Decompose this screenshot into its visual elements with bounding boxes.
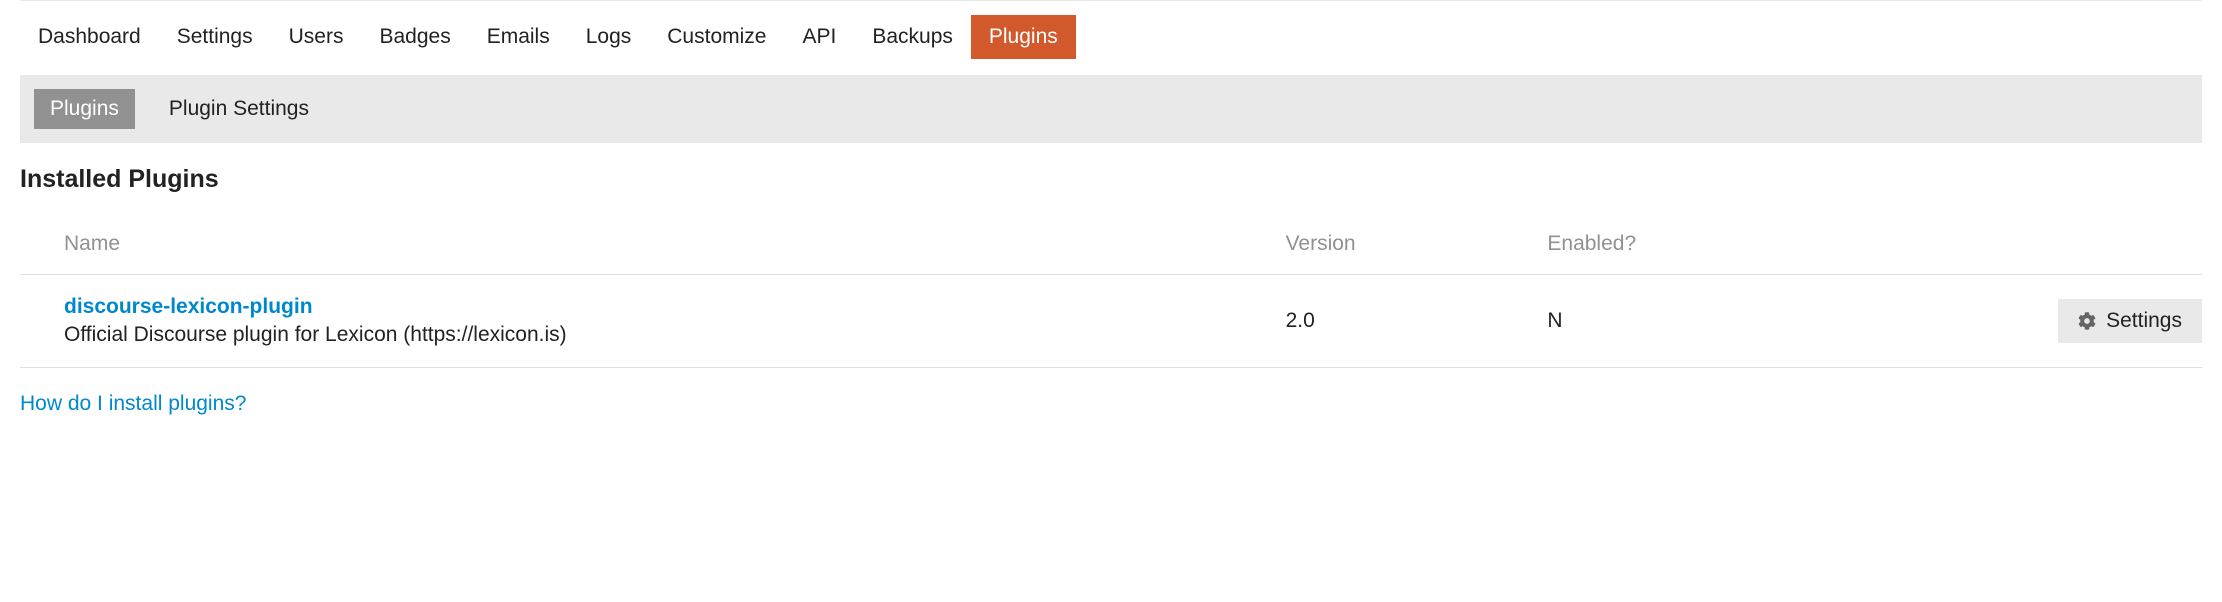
nav-backups[interactable]: Backups — [854, 15, 971, 59]
col-header-enabled: Enabled? — [1547, 222, 1874, 275]
plugin-name-link[interactable]: discourse-lexicon-plugin — [64, 295, 1286, 319]
nav-dashboard[interactable]: Dashboard — [20, 15, 159, 59]
plugins-subnav: Plugins Plugin Settings — [20, 75, 2202, 143]
subnav-plugin-settings[interactable]: Plugin Settings — [153, 89, 325, 129]
install-plugins-help-link[interactable]: How do I install plugins? — [20, 392, 246, 416]
col-header-version: Version — [1286, 222, 1548, 275]
settings-button-label: Settings — [2106, 309, 2182, 333]
plugin-enabled: N — [1547, 275, 1874, 368]
nav-settings[interactable]: Settings — [159, 15, 271, 59]
nav-customize[interactable]: Customize — [649, 15, 784, 59]
nav-plugins[interactable]: Plugins — [971, 15, 1076, 59]
plugin-description: Official Discourse plugin for Lexicon (h… — [64, 323, 1286, 347]
nav-emails[interactable]: Emails — [469, 15, 568, 59]
nav-logs[interactable]: Logs — [568, 15, 650, 59]
table-row: discourse-lexicon-plugin Official Discou… — [20, 275, 2202, 368]
admin-top-nav: Dashboard Settings Users Badges Emails L… — [20, 0, 2202, 75]
plugin-settings-button[interactable]: Settings — [2058, 299, 2202, 343]
subnav-plugins[interactable]: Plugins — [34, 89, 135, 129]
plugin-version: 2.0 — [1286, 275, 1548, 368]
gear-icon — [2078, 312, 2096, 330]
nav-api[interactable]: API — [784, 15, 854, 59]
nav-users[interactable]: Users — [271, 15, 362, 59]
page-title: Installed Plugins — [20, 165, 2202, 194]
nav-badges[interactable]: Badges — [361, 15, 468, 59]
col-header-actions — [1875, 222, 2202, 275]
plugins-table: Name Version Enabled? discourse-lexicon-… — [20, 222, 2202, 368]
col-header-name: Name — [20, 222, 1286, 275]
